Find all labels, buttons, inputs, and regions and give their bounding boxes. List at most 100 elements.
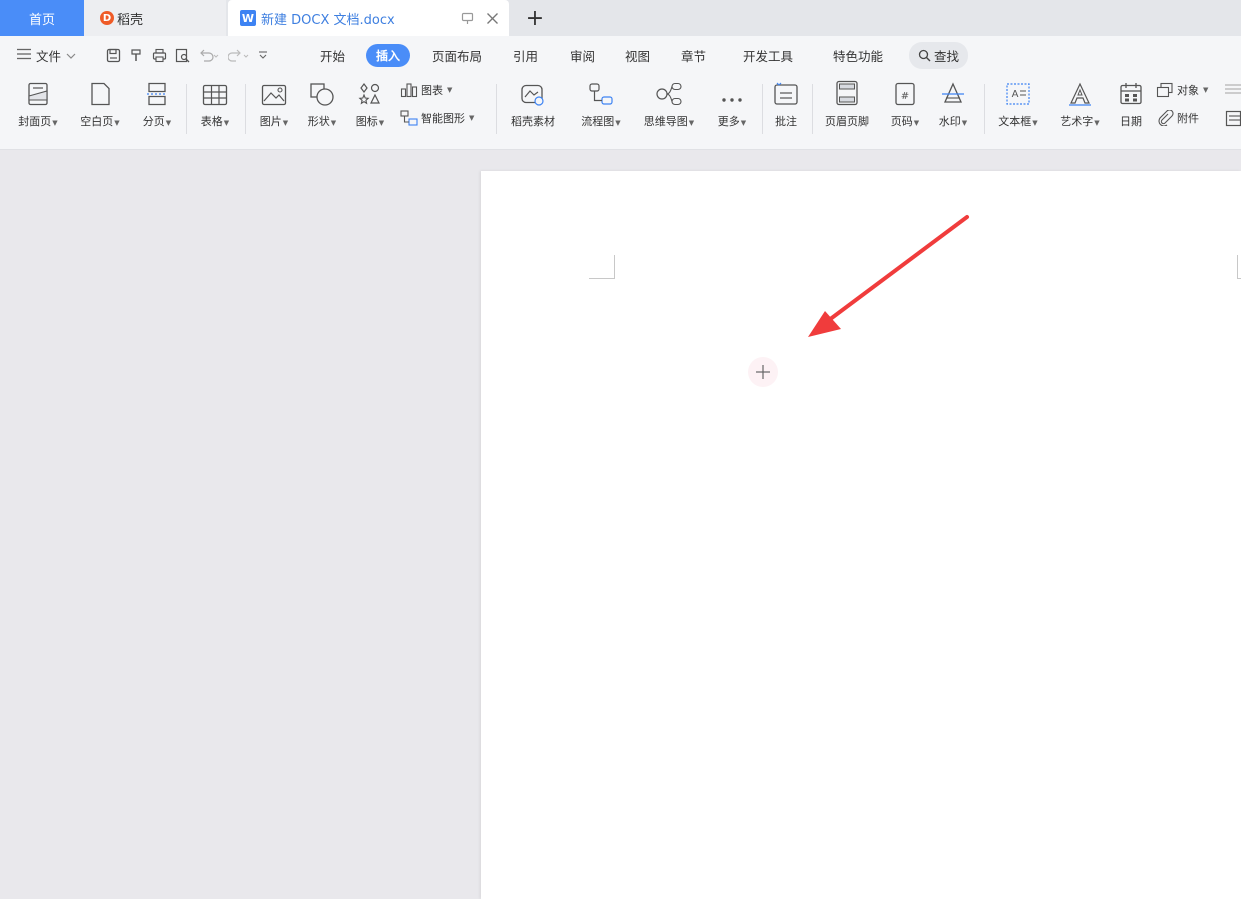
tab-page-layout[interactable]: 页面布局 <box>432 36 482 74</box>
mind-map-label: 思维导图 <box>643 115 688 128</box>
ribbon-separator <box>812 84 813 134</box>
format-painter-icon[interactable] <box>129 48 144 63</box>
print-preview-icon[interactable] <box>175 48 190 63</box>
tab-daoke[interactable]: D 稻壳 <box>84 0 226 36</box>
tab-bar: 首页 D 稻壳 W 新建 DOCX 文档.docx + <box>0 0 1241 36</box>
close-tab-icon[interactable] <box>486 12 499 25</box>
print-icon[interactable] <box>152 48 167 63</box>
search-button[interactable]: 查找 <box>909 36 969 74</box>
mind-map-button[interactable]: 思维导图▼ <box>636 74 702 140</box>
writer-doc-icon: W <box>240 10 256 26</box>
attachment-button[interactable]: 附件 <box>1156 110 1199 126</box>
quick-access-bar <box>106 36 268 74</box>
text-box-button[interactable]: A 文本框▼ <box>990 74 1046 140</box>
tab-developer[interactable]: 开发工具 <box>743 36 793 74</box>
tab-document[interactable]: W 新建 DOCX 文档.docx <box>228 0 509 36</box>
date-label: 日期 <box>1120 115 1142 128</box>
comment-button[interactable]: 批注 <box>766 74 806 140</box>
cover-page-button[interactable]: 封面页▼ <box>12 74 64 140</box>
more-dots-icon <box>720 74 744 108</box>
flowchart-label: 流程图 <box>581 115 615 128</box>
ribbon-separator <box>245 84 246 134</box>
save-icon[interactable] <box>106 48 121 63</box>
picture-button[interactable]: 图片▼ <box>252 74 296 140</box>
text-box-icon: A <box>1005 74 1031 108</box>
tab-special-features[interactable]: 特色功能 <box>833 36 883 74</box>
ribbon-separator <box>984 84 985 134</box>
page-break-button[interactable]: 分页▼ <box>134 74 180 140</box>
document-part-icon[interactable] <box>1225 110 1241 127</box>
file-menu[interactable]: 文件 <box>16 36 76 74</box>
icon-library-icon <box>358 74 382 108</box>
flowchart-button[interactable]: 流程图▼ <box>572 74 630 140</box>
search-icon <box>918 49 931 62</box>
svg-text:#: # <box>901 91 909 102</box>
ribbon-separator <box>496 84 497 134</box>
tab-insert-label: 插入 <box>366 43 411 67</box>
document-page[interactable] <box>481 171 1241 899</box>
menu-row: 文件 开始 插入 页面布局 引用 审阅 视图 章节 开发工具 特色功能 查找 <box>0 36 1241 74</box>
redo-icon[interactable] <box>228 48 250 62</box>
tab-insert[interactable]: 插入 <box>366 36 411 74</box>
comment-label: 批注 <box>775 115 797 128</box>
chart-button[interactable]: 图表 ▼ <box>400 82 452 98</box>
chart-icon <box>400 82 418 98</box>
word-art-button[interactable]: 艺术字▼ <box>1052 74 1108 140</box>
search-label: 查找 <box>934 48 960 64</box>
table-icon <box>202 74 228 108</box>
watermark-button[interactable]: 水印▼ <box>931 74 975 140</box>
tab-home[interactable]: 首页 <box>0 0 84 36</box>
tab-document-label: 新建 DOCX 文档.docx <box>261 12 395 28</box>
undo-icon[interactable] <box>198 48 220 62</box>
tab-view[interactable]: 视图 <box>625 36 650 74</box>
tab-start[interactable]: 开始 <box>320 36 345 74</box>
picture-icon <box>261 74 287 108</box>
more-label: 更多 <box>717 115 740 128</box>
insert-ribbon: 封面页▼ 空白页▼ 分页▼ 表格▼ 图片▼ 形状▼ 图标▼ 图表 ▼ 智能图形 … <box>0 74 1241 150</box>
page-number-button[interactable]: # 页码▼ <box>883 74 927 140</box>
blank-page-button[interactable]: 空白页▼ <box>74 74 126 140</box>
more-button[interactable]: 更多▼ <box>710 74 754 140</box>
ribbon-separator <box>186 84 187 134</box>
shape-icon <box>309 74 335 108</box>
calendar-icon <box>1119 74 1143 108</box>
icon-library-label: 图标 <box>355 115 378 128</box>
new-tab-button[interactable]: + <box>522 5 548 31</box>
table-button[interactable]: 表格▼ <box>192 74 238 140</box>
shape-label: 形状 <box>307 115 330 128</box>
table-label: 表格 <box>200 115 223 128</box>
picture-label: 图片 <box>259 115 282 128</box>
pin-icon[interactable] <box>461 12 474 25</box>
chevron-down-icon <box>66 48 76 63</box>
tab-home-label: 首页 <box>28 12 55 28</box>
file-menu-label: 文件 <box>36 48 62 64</box>
hamburger-icon <box>16 48 32 63</box>
dropcap-icon[interactable] <box>1224 82 1241 98</box>
blank-page-label: 空白页 <box>80 115 114 128</box>
comment-icon <box>773 74 799 108</box>
watermark-label: 水印 <box>938 115 961 128</box>
icon-library-button[interactable]: 图标▼ <box>348 74 392 140</box>
text-box-label: 文本框 <box>998 115 1032 128</box>
tab-section[interactable]: 章节 <box>681 36 706 74</box>
page-number-icon: # <box>894 74 916 108</box>
smart-art-button[interactable]: 智能图形 ▼ <box>400 110 474 126</box>
material-icon <box>520 74 546 108</box>
header-footer-button[interactable]: 页眉页脚 <box>817 74 877 140</box>
ribbon-separator <box>762 84 763 134</box>
tab-daoke-label: 稻壳 <box>117 12 144 28</box>
cover-page-icon <box>27 74 49 108</box>
daoke-material-button[interactable]: 稻壳素材 <box>503 74 563 140</box>
paperclip-icon <box>1156 110 1174 126</box>
customize-toolbar-icon[interactable] <box>258 50 268 60</box>
attachment-label: 附件 <box>1177 112 1199 125</box>
object-label: 对象 <box>1177 84 1199 97</box>
date-button[interactable]: 日期 <box>1114 74 1148 140</box>
watermark-icon <box>941 74 965 108</box>
page-break-icon <box>146 74 168 108</box>
tab-references[interactable]: 引用 <box>513 36 538 74</box>
object-button[interactable]: 对象 ▼ <box>1156 82 1208 98</box>
tab-review[interactable]: 审阅 <box>570 36 595 74</box>
shape-button[interactable]: 形状▼ <box>300 74 344 140</box>
margin-corner-mark-left <box>589 255 615 279</box>
